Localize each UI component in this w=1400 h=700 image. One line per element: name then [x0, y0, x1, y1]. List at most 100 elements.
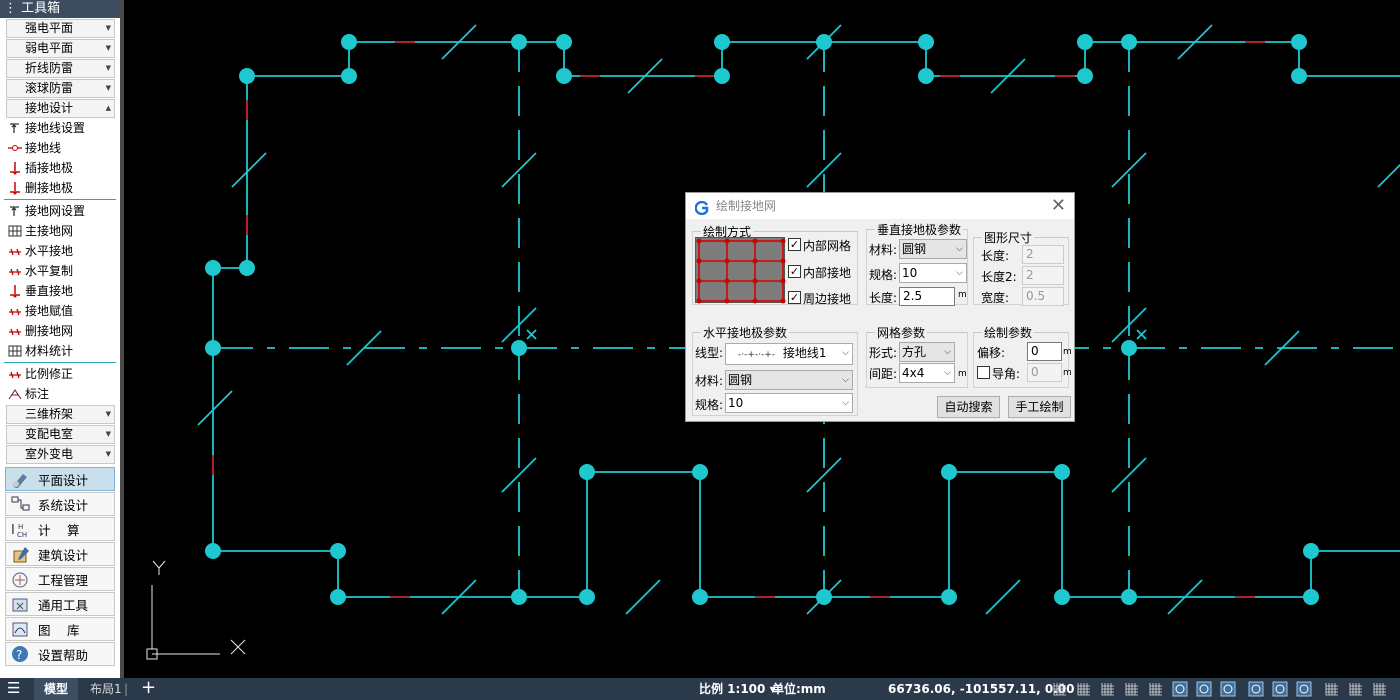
workspace-icon[interactable] — [1324, 681, 1340, 697]
vertical-spec-label: 规格: — [869, 268, 898, 282]
annotation-scale-icon[interactable] — [1296, 681, 1312, 697]
scale-selector[interactable]: 比例 1:100 ▾ — [699, 678, 776, 700]
shape-width-input[interactable]: 0.5 — [1022, 287, 1064, 306]
tool-item[interactable]: 主接地网 — [0, 221, 120, 241]
tool-item[interactable]: 比例修正 — [0, 364, 120, 384]
auto-search-button[interactable]: 自动搜索 — [937, 396, 1000, 418]
tool-item[interactable]: 材料统计 — [0, 341, 120, 361]
inner-ground-checkbox[interactable]: ✓ — [788, 265, 801, 278]
grid-shape-select[interactable]: 方孔 ⌵ — [899, 342, 955, 362]
vertical-spec-select[interactable]: 10 ⌵ — [899, 263, 967, 283]
manual-draw-button[interactable]: 手工绘制 — [1008, 396, 1071, 418]
close-icon[interactable]: ✕ — [1051, 193, 1066, 219]
category-label: 弱电平面 — [25, 41, 74, 55]
grid-shape-label: 形式: — [869, 346, 898, 360]
app-logo-icon — [694, 198, 709, 216]
offset-input[interactable]: 0 — [1027, 342, 1062, 361]
category-label: 滚球防雷 — [25, 81, 74, 95]
horizontal-spec-select[interactable]: 10 ⌵ — [725, 393, 853, 413]
module-button[interactable]: 建筑设计 — [5, 542, 115, 566]
tool-item[interactable]: 插接地极 — [0, 158, 120, 178]
snap-grid-icon[interactable] — [1076, 681, 1092, 697]
module-button[interactable]: I H CH 计 算 — [5, 517, 115, 541]
lineweight-icon[interactable] — [1220, 681, 1236, 697]
vertical-length-label: 长度: — [869, 291, 898, 305]
otrack-icon[interactable] — [1196, 681, 1212, 697]
toolbox-header[interactable]: ⋮ 工具箱 — [0, 0, 120, 18]
selection-icon[interactable] — [1272, 681, 1288, 697]
tool-item[interactable]: 水平接地 — [0, 241, 120, 261]
tab-layout1[interactable]: 布局1 — [90, 678, 122, 700]
tool-item[interactable]: 标注 — [0, 384, 120, 404]
shape-length2-input[interactable]: 2 — [1022, 266, 1064, 285]
delete-rod-icon — [7, 181, 23, 195]
module-button[interactable]: 平面设计 — [5, 467, 115, 491]
add-layout-icon[interactable]: + — [141, 678, 156, 700]
fillet-checkbox[interactable] — [977, 366, 990, 379]
horizontal-material-select[interactable]: 圆钢 ⌵ — [725, 370, 853, 390]
vertical-length-input[interactable]: 2.5 — [899, 287, 955, 306]
module-button[interactable]: 图 库 — [5, 617, 115, 641]
category-dropdown[interactable]: 变配电室 ▼ — [6, 425, 115, 444]
tool-item-label: 插接地极 — [25, 161, 74, 175]
grid-icon[interactable] — [1052, 681, 1068, 697]
shape-length-input[interactable]: 2 — [1022, 245, 1064, 264]
horizontal-ground-icon — [7, 244, 23, 258]
chevron-down-icon: ▼ — [105, 430, 111, 438]
osnap-icon[interactable] — [1172, 681, 1188, 697]
dialog-titlebar[interactable]: 绘制接地网 ✕ — [686, 193, 1074, 219]
slash-mark — [625, 579, 661, 615]
ground-electrode-node — [692, 464, 708, 480]
tool-item[interactable]: 删接地极 — [0, 178, 120, 198]
chevron-down-icon: ⌵ — [956, 268, 963, 278]
category-label: 强电平面 — [25, 21, 74, 35]
perimeter-ground-label: 周边接地 — [803, 292, 852, 306]
tool-item[interactable]: 接地赋值 — [0, 301, 120, 321]
linetype-select[interactable]: -·-+-·-+- 接地线1 ⌵ — [725, 343, 853, 365]
fullscreen-icon[interactable] — [1372, 681, 1388, 697]
category-dropdown[interactable]: 强电平面 ▼ — [6, 19, 115, 38]
transparency-icon[interactable] — [1248, 681, 1264, 697]
isolate-icon[interactable] — [1348, 681, 1364, 697]
category-dropdown[interactable]: 接地设计 ▲ — [6, 99, 115, 118]
module-button[interactable]: 系统设计 — [5, 492, 115, 516]
tool-item[interactable]: 接地网设置 — [0, 201, 120, 221]
vertical-material-select[interactable]: 圆钢 ⌵ — [899, 239, 967, 259]
chevron-down-icon: ⌵ — [956, 244, 963, 254]
ortho-icon[interactable] — [1124, 681, 1140, 697]
grid-spacing-select[interactable]: 4x4 ⌵ — [899, 363, 955, 383]
module-button[interactable]: 通用工具 — [5, 592, 115, 616]
category-dropdown[interactable]: 三维桥架 ▼ — [6, 405, 115, 424]
module-button[interactable]: 工程管理 — [5, 567, 115, 591]
category-dropdown[interactable]: 室外变电 ▼ — [6, 445, 115, 464]
tab-model[interactable]: 模型 — [34, 678, 79, 700]
tool-item[interactable]: 水平复制 — [0, 261, 120, 281]
menu-icon[interactable]: ☰ — [7, 678, 20, 700]
snap-icon[interactable] — [1100, 681, 1116, 697]
module-label: 通用工具 — [38, 597, 89, 613]
module-button[interactable]: ? 设置帮助 — [5, 642, 115, 666]
fillet-label: 导角: — [992, 367, 1021, 381]
category-dropdown[interactable]: 折线防雷 ▼ — [6, 59, 115, 78]
category-dropdown[interactable]: 弱电平面 ▼ — [6, 39, 115, 58]
horizontal-electrode-title: 水平接地极参数 — [701, 324, 790, 341]
tool-item[interactable]: 删接地网 — [0, 321, 120, 341]
ground-electrode-node — [1121, 340, 1137, 356]
inner-grid-checkbox[interactable]: ✓ — [788, 238, 801, 251]
tool-item[interactable]: 垂直接地 — [0, 281, 120, 301]
polar-icon[interactable] — [1148, 681, 1164, 697]
tool-item[interactable]: 接地线设置 — [0, 118, 120, 138]
separator — [4, 199, 116, 200]
assign-icon — [7, 304, 23, 318]
slash-mark — [197, 390, 233, 426]
ground-electrode-node — [714, 34, 730, 50]
category-label: 变配电室 — [25, 427, 74, 441]
tool-item[interactable]: 接地线 — [0, 138, 120, 158]
perimeter-ground-checkbox[interactable]: ✓ — [788, 291, 801, 304]
grid-preview-image — [695, 237, 786, 304]
svg-text:?: ? — [16, 648, 22, 662]
grid-settings-icon — [7, 204, 23, 218]
category-dropdown[interactable]: 滚球防雷 ▼ — [6, 79, 115, 98]
horizontal-copy-icon — [7, 264, 23, 278]
fillet-input[interactable]: 0 — [1027, 363, 1062, 382]
